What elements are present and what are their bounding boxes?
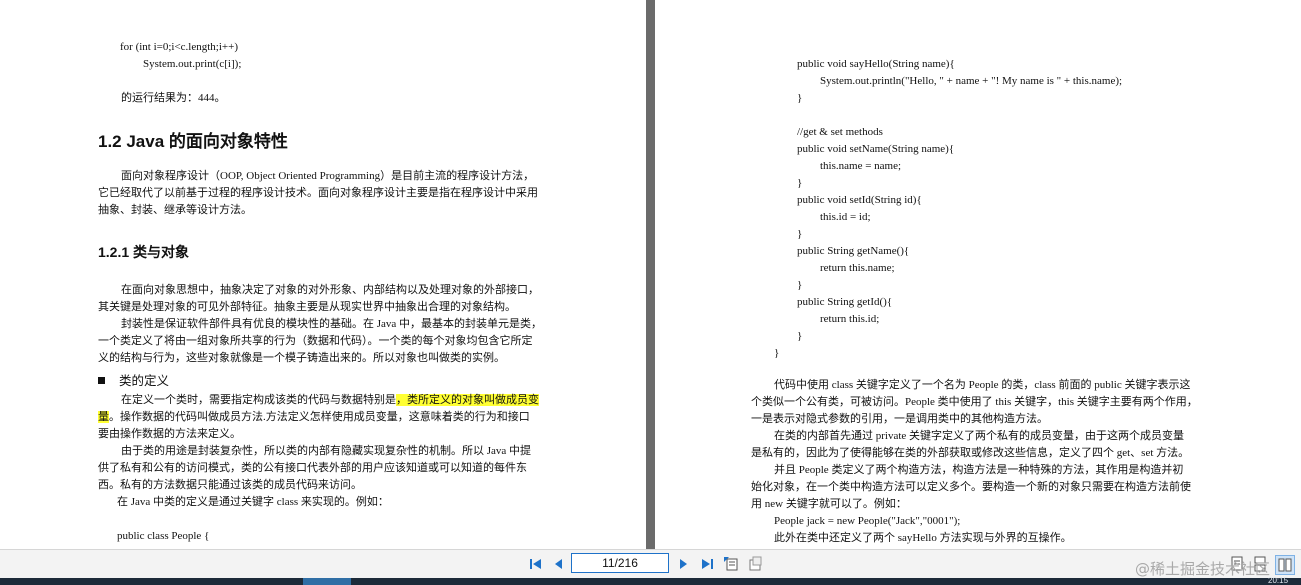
- paragraph-line: 在类的内部首先通过 private 关键字定义了两个私有的成员变量，由于这两个成…: [774, 430, 1185, 442]
- bullet-heading-text: 类的定义: [119, 374, 170, 388]
- code-line: public class People {: [117, 530, 210, 542]
- rotate-page-button[interactable]: [746, 555, 764, 573]
- paragraph-line: 供了私有和公有的访问模式，类的公有接口代表外部的用户应该知道或可以知道的每件东: [98, 462, 527, 474]
- first-page-icon: [530, 559, 541, 569]
- prev-page-icon: [555, 559, 562, 569]
- code-line: System.out.println("Hello, " + name + "!…: [820, 75, 1123, 87]
- paragraph-line: 在定义一个类时，需要指定构成该类的代码与数据特别是，类所定义的对象叫做成员变: [121, 392, 539, 409]
- paragraph-line: 一个类定义了将由一组对象所共享的行为（数据和代码）。一个类的每个对象均包含它所定: [98, 335, 533, 347]
- code-line: return this.id;: [820, 313, 880, 325]
- code-line: public String getId(){: [797, 296, 893, 308]
- code-line: People jack = new People("Jack","0001");: [774, 515, 961, 527]
- taskbar-clock: 20:15: [1268, 576, 1289, 585]
- paragraph-line: 量。操作数据的代码叫做成员方法.方法定义怎样使用成员变量，这意味着类的行为和接口: [98, 409, 530, 426]
- code-line: System.out.print(c[i]);: [143, 58, 242, 70]
- paragraph-text: 在定义一个类时，需要指定构成该类的代码与数据特别是: [121, 394, 396, 406]
- paragraph-line: 此外在类中还定义了两个 sayHello 方法实现与外界的互操作。: [774, 532, 1072, 544]
- section-title: 1.2 Java 的面向对象特性: [98, 132, 288, 151]
- paragraph-line: 在面向对象思想中，抽象决定了对象的对外形象、内部结构以及处理对象的外部接口，: [121, 284, 539, 296]
- bullet-square-icon: [98, 377, 105, 384]
- left-page: for (int i=0;i<c.length;i++) System.out.…: [0, 0, 646, 549]
- rotate-icon: [749, 556, 762, 571]
- next-page-icon: [680, 559, 687, 569]
- code-comment: //get & set methods: [797, 126, 883, 138]
- first-page-button[interactable]: [527, 555, 545, 573]
- code-line: public void sayHello(String name){: [797, 58, 955, 70]
- paragraph-line: 并且 People 类定义了两个构造方法，构造方法是一种特殊的方法，其作用是构造…: [774, 464, 1184, 476]
- watermark: @稀土掘金技术社区: [1135, 560, 1271, 578]
- subsection-title: 1.2.1 类与对象: [98, 244, 190, 260]
- two-page-button[interactable]: [1275, 555, 1295, 575]
- paragraph-line: 一是表示对隐式参数的引用，一是调用类中的其他构造方法。: [751, 413, 1048, 425]
- paragraph-line: 在 Java 中类的定义是通过关键字 class 来实现的。例如：: [117, 496, 389, 508]
- code-line: }: [797, 279, 803, 291]
- paragraph-line: 其关键是处理对象的可见外部特征。抽象主要是从现实世界中抽象出合理的对象结构。: [98, 301, 516, 313]
- code-line: public void setId(String id){: [797, 194, 922, 206]
- paragraph-text: 。操作数据的代码叫做成员方法.方法定义怎样使用成员变量，这意味着类的行为和接口: [109, 411, 530, 423]
- paragraph-line: 代码中使用 class 关键字定义了一个名为 People 的类，class 前…: [774, 379, 1191, 391]
- page-gutter: [646, 0, 655, 549]
- paragraph-line: 面向对象程序设计（OOP, Object Oriented Programmin…: [121, 170, 535, 182]
- highlighted-text[interactable]: ，类所定义的对象叫做成员变: [396, 394, 539, 406]
- paragraph-line: 是私有的，因此为了使得能够在类的外部获取或修改这些信息，定义了四个 get、se…: [751, 447, 1190, 459]
- prev-page-button[interactable]: [550, 555, 568, 573]
- code-line: return this.name;: [820, 262, 895, 274]
- code-line: }: [797, 92, 803, 104]
- paragraph-line: 要由操作数据的方法来定义。: [98, 428, 241, 440]
- paragraph-line: 西。私有的方法数据只能通过该类的成员代码来访问。: [98, 479, 362, 491]
- fit-page-icon: [724, 557, 738, 571]
- taskbar: [0, 578, 1301, 585]
- page-number-input[interactable]: 11/216: [571, 553, 669, 573]
- code-line: }: [774, 347, 780, 359]
- paragraph-line: 用 new 关键字就可以了。例如：: [751, 498, 907, 510]
- code-line: }: [797, 177, 803, 189]
- code-line: this.name = name;: [820, 160, 902, 172]
- fit-page-button[interactable]: [722, 555, 740, 573]
- taskbar-active-app[interactable]: [303, 578, 351, 585]
- right-page: public void sayHello(String name){ Syste…: [655, 0, 1301, 549]
- reader-toolbar: 11/216: [0, 549, 1301, 579]
- two-page-icon: [1278, 558, 1292, 572]
- paragraph-line: 抽象、封装、继承等设计方法。: [98, 204, 252, 216]
- paragraph-line: 始化对象，在一个类中构造方法可以定义多个。要构造一个新的对象只需要在构造方法前使: [751, 481, 1191, 493]
- code-line: this.id = id;: [820, 211, 871, 223]
- paragraph-line: 个类似一个公有类，可被访问。People 类中使用了 this 关键字，this…: [751, 396, 1198, 408]
- code-line: for (int i=0;i<c.length;i++): [120, 41, 238, 53]
- bullet-heading: 类的定义: [98, 370, 169, 389]
- code-line: public void setName(String name){: [797, 143, 955, 155]
- code-line: }: [797, 330, 803, 342]
- code-line: }: [797, 228, 803, 240]
- paragraph-line: 它已经取代了以前基于过程的程序设计技术。面向对象程序设计主要是指在程序设计中采用: [98, 187, 538, 199]
- paragraph-line: 封装性是保证软件部件具有优良的模块性的基础。在 Java 中，最基本的封装单元是…: [121, 318, 543, 330]
- last-page-button[interactable]: [698, 555, 716, 573]
- paragraph-line: 义的结构与行为，这些对象就像是一个模子铸造出来的。所以对象也叫做类的实例。: [98, 352, 505, 364]
- paragraph-line: 由于类的用途是封装复杂性，所以类的内部有隐藏实现复杂性的机制。所以 Java 中…: [121, 445, 532, 457]
- next-page-button[interactable]: [674, 555, 692, 573]
- code-line: public String getName(){: [797, 245, 910, 257]
- last-page-icon: [702, 559, 713, 569]
- highlighted-text[interactable]: 量: [98, 411, 109, 423]
- paragraph-line: 的运行结果为：444。: [121, 92, 226, 104]
